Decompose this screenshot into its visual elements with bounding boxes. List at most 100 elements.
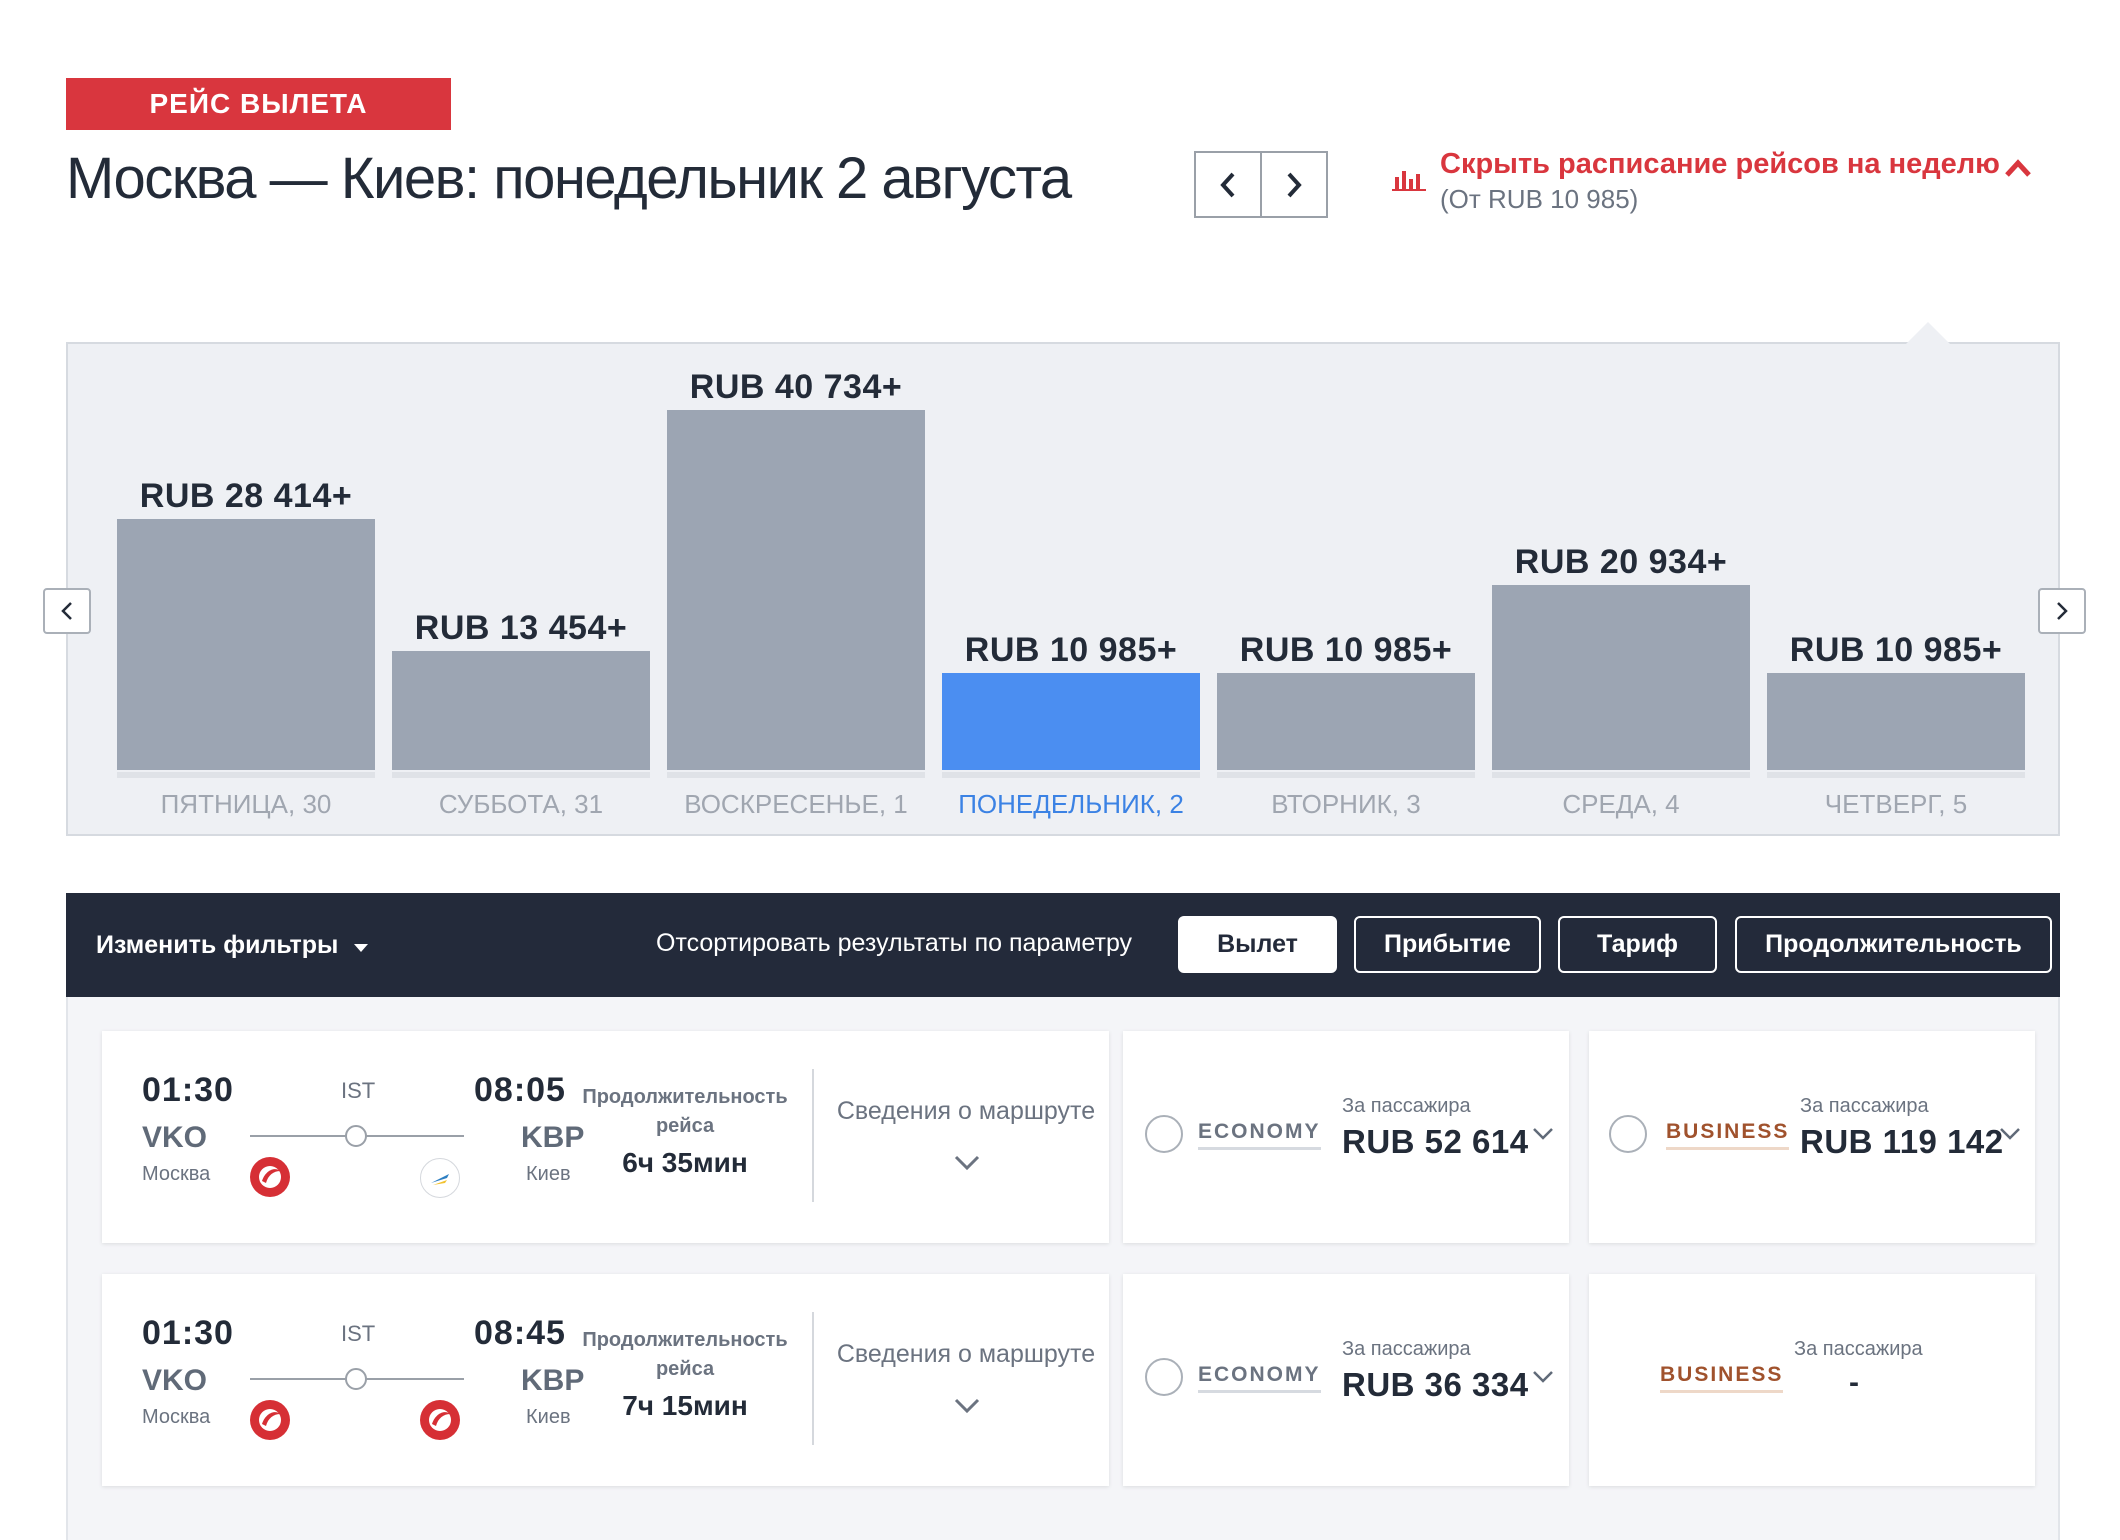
bar-baseline — [117, 772, 375, 778]
economy-class-label: ECONOMY — [1198, 1363, 1321, 1393]
economy-fare-card[interactable]: ECONOMY За пассажира RUB 36 334 — [1123, 1274, 1569, 1486]
chevron-down-icon[interactable] — [954, 1155, 980, 1171]
bar-day-label[interactable]: ЧЕТВЕРГ, 5 — [1767, 789, 2025, 820]
next-day-button[interactable] — [1260, 153, 1326, 216]
weekly-price-chart: RUB 28 414+ ПЯТНИЦА, 30 RUB 13 454+ СУББОТА… — [66, 322, 2060, 836]
transfer-airport: IST — [341, 1321, 376, 1346]
bar-price-label: RUB 10 985+ — [1239, 631, 1453, 669]
turkish-airlines-logo — [420, 1400, 460, 1440]
price-bar[interactable] — [1767, 673, 2025, 770]
economy-price: RUB 36 334 — [1342, 1366, 1529, 1403]
caret-down-icon — [354, 944, 369, 952]
route-details-link[interactable]: Сведения о маршруте — [831, 1340, 1101, 1369]
bar-day-label[interactable]: ВТОРНИК, 3 — [1217, 789, 1475, 820]
day-price-column[interactable]: RUB 10 985+ ПОНЕДЕЛЬНИК, 2 — [942, 344, 1200, 834]
flight-card: 01:30 VKO Москва IST 08:45 KBP Киев Прод… — [102, 1274, 1109, 1486]
departure-city: Москва — [142, 1406, 211, 1428]
day-price-column[interactable]: RUB 40 734+ ВОСКРЕСЕНЬЕ, 1 — [667, 344, 925, 834]
divider — [812, 1312, 814, 1445]
bar-baseline — [1217, 772, 1475, 778]
hide-schedule-label[interactable]: Скрыть расписание рейсов на неделю — [1440, 148, 2000, 181]
sort-duration-button[interactable]: Продолжительность — [1735, 916, 2052, 973]
bar-price-label: RUB 13 454+ — [414, 609, 628, 647]
sort-departure-button[interactable]: Вылет — [1178, 916, 1337, 973]
bar-day-label[interactable]: ВОСКРЕСЕНЬЕ, 1 — [667, 789, 925, 820]
arrival-time: 08:45 — [474, 1314, 566, 1352]
bar-price-label: RUB 20 934+ — [1514, 543, 1728, 581]
day-price-column[interactable]: RUB 13 454+ СУББОТА, 31 — [392, 344, 650, 834]
turkish-airlines-logo — [250, 1157, 290, 1197]
page-title: Москва — Киев: понедельник 2 августа — [66, 146, 1072, 211]
lowest-price-note: (От RUB 10 985) — [1440, 184, 1639, 214]
day-price-column[interactable]: RUB 20 934+ СРЕДА, 4 — [1492, 344, 1750, 834]
change-filters-label: Изменить фильтры — [96, 931, 339, 959]
chevron-down-icon[interactable] — [1532, 1370, 1554, 1384]
economy-price: RUB 52 614 — [1342, 1123, 1529, 1160]
divider — [812, 1069, 814, 1202]
chevron-left-icon — [61, 602, 72, 620]
departure-time: 01:30 — [142, 1314, 234, 1352]
bar-baseline — [392, 772, 650, 778]
ukraine-international-logo — [420, 1158, 460, 1198]
business-price: RUB 119 142 — [1800, 1123, 2004, 1160]
economy-fare-card[interactable]: ECONOMY За пассажира RUB 52 614 — [1123, 1031, 1569, 1243]
business-radio[interactable] — [1609, 1115, 1647, 1153]
business-price-unavailable: - — [1849, 1366, 1859, 1399]
chevron-right-icon — [1287, 172, 1302, 197]
week-prev-button[interactable] — [43, 588, 91, 634]
chevron-down-icon[interactable] — [1999, 1127, 2021, 1141]
departure-airport-code: VKO — [142, 1121, 208, 1154]
price-bar[interactable] — [942, 673, 1200, 770]
week-next-button[interactable] — [2038, 588, 2086, 634]
arrival-city: Киев — [526, 1406, 571, 1428]
stop-marker — [345, 1125, 367, 1147]
business-fare-card: BUSINESS За пассажира - — [1589, 1274, 2035, 1486]
price-bar[interactable] — [117, 519, 375, 770]
duration-label: Продолжительность рейса — [582, 1329, 788, 1380]
day-price-column[interactable]: RUB 28 414+ ПЯТНИЦА, 30 — [117, 344, 375, 834]
per-passenger-label: За пассажира — [1342, 1338, 1471, 1360]
price-bar[interactable] — [1217, 673, 1475, 770]
arrival-city: Киев — [526, 1163, 571, 1185]
sort-label: Отсортировать результаты по параметру — [656, 929, 1133, 957]
price-bar[interactable] — [667, 410, 925, 770]
economy-class-label: ECONOMY — [1198, 1120, 1321, 1150]
bar-price-label: RUB 10 985+ — [1789, 631, 2003, 669]
per-passenger-label: За пассажира — [1794, 1338, 1923, 1360]
turkish-airlines-logo — [250, 1400, 290, 1440]
chevron-down-icon[interactable] — [954, 1398, 980, 1414]
sort-fare-button[interactable]: Тариф — [1558, 916, 1717, 973]
bar-day-label[interactable]: СУББОТА, 31 — [392, 789, 650, 820]
day-navigation — [1194, 151, 1328, 218]
bar-baseline — [1767, 772, 2025, 778]
change-filters-dropdown[interactable]: Изменить фильтры — [96, 931, 369, 960]
previous-day-button[interactable] — [1196, 153, 1260, 216]
bar-day-label[interactable]: ПЯТНИЦА, 30 — [117, 789, 375, 820]
bar-price-label: RUB 28 414+ — [139, 477, 353, 515]
departure-time: 01:30 — [142, 1071, 234, 1109]
sort-arrival-button[interactable]: Прибытие — [1354, 916, 1541, 973]
chevron-left-icon — [1220, 172, 1235, 197]
departure-airport-code: VKO — [142, 1364, 208, 1397]
bar-baseline — [942, 772, 1200, 778]
day-price-column[interactable]: RUB 10 985+ ВТОРНИК, 3 — [1217, 344, 1475, 834]
chevron-right-icon — [2057, 602, 2068, 620]
bar-day-label[interactable]: ПОНЕДЕЛЬНИК, 2 — [942, 789, 1200, 820]
chevron-up-icon[interactable] — [2004, 158, 2032, 178]
day-price-column[interactable]: RUB 10 985+ ЧЕТВЕРГ, 5 — [1767, 344, 2025, 834]
flight-duration: 6ч 35мин — [622, 1147, 748, 1178]
bar-day-label[interactable]: СРЕДА, 4 — [1492, 789, 1750, 820]
bar-chart-icon — [1392, 171, 1426, 191]
economy-radio[interactable] — [1145, 1115, 1183, 1153]
panel-pointer — [1906, 322, 1950, 344]
bar-price-label: RUB 40 734+ — [689, 368, 903, 406]
business-fare-card[interactable]: BUSINESS За пассажира RUB 119 142 — [1589, 1031, 2035, 1243]
flight-card: 01:30 VKO Москва IST 08:05 KBP Киев Прод… — [102, 1031, 1109, 1243]
route-details-link[interactable]: Сведения о маршруте — [831, 1097, 1101, 1126]
price-bar[interactable] — [1492, 585, 1750, 770]
bar-baseline — [667, 772, 925, 778]
per-passenger-label: За пассажира — [1800, 1095, 1929, 1117]
price-bar[interactable] — [392, 651, 650, 770]
economy-radio[interactable] — [1145, 1358, 1183, 1396]
chevron-down-icon[interactable] — [1532, 1127, 1554, 1141]
